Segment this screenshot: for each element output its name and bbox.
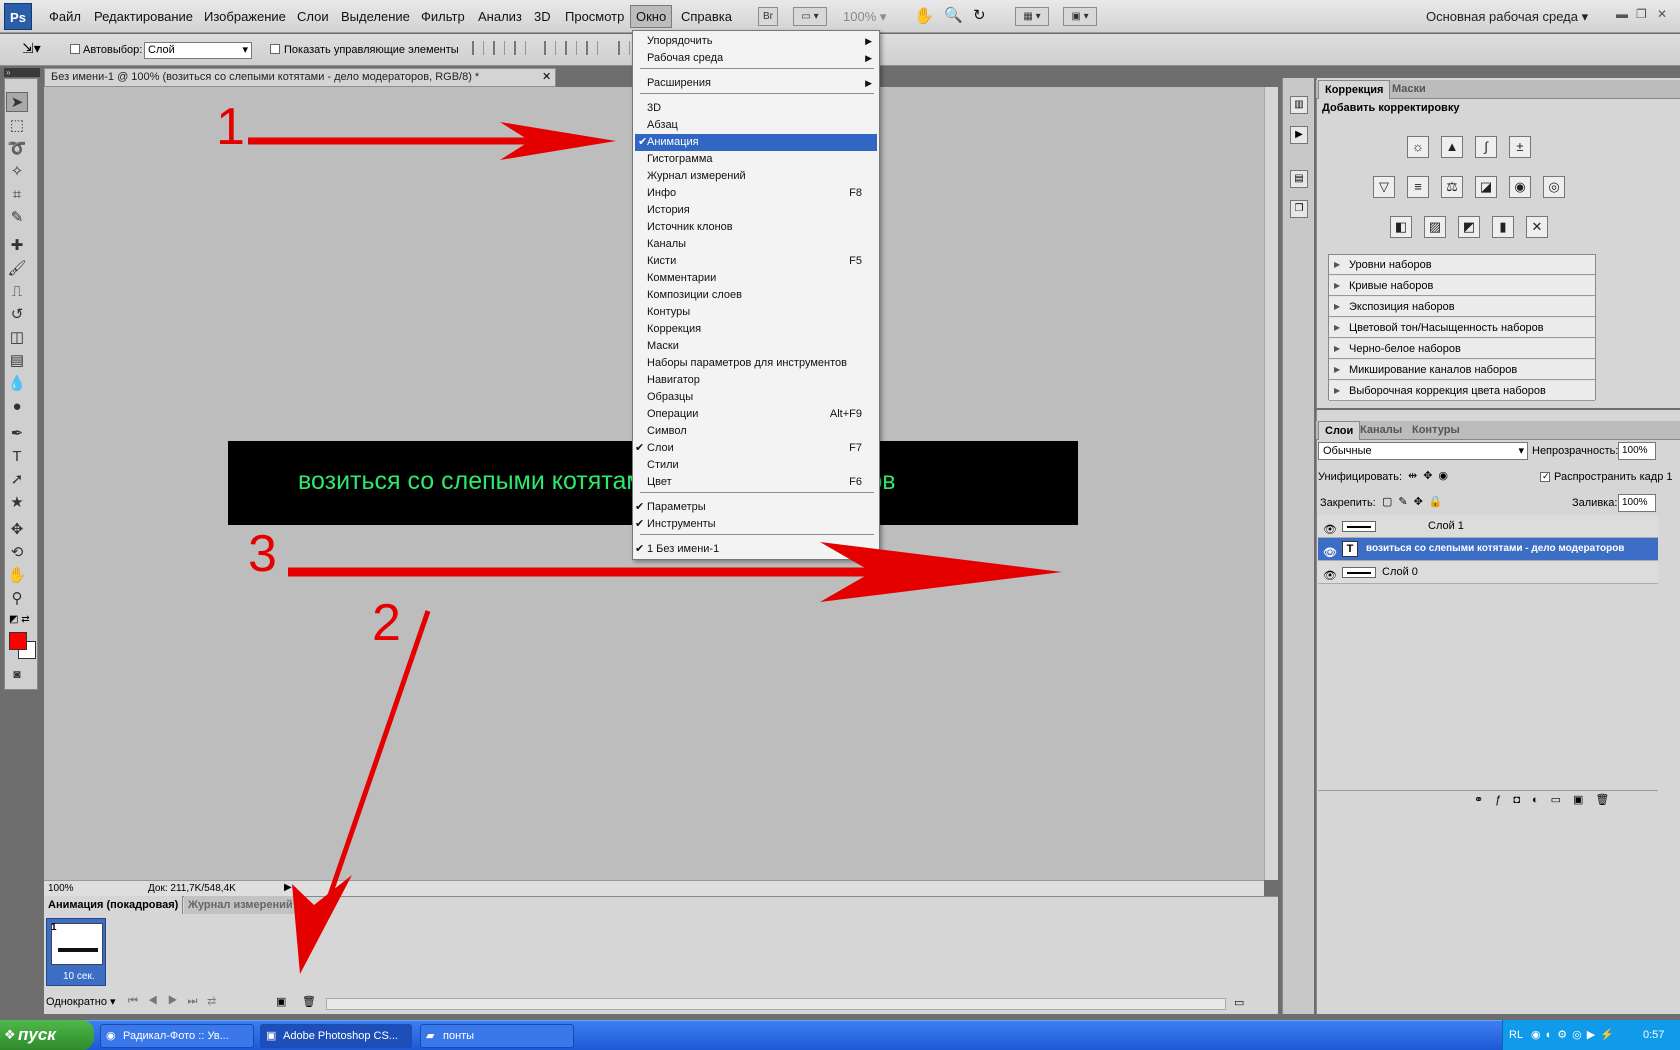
clock: 0:57 bbox=[1643, 1029, 1665, 1041]
task-folder-label: понты bbox=[443, 1030, 475, 1042]
system-tray: RL ◉◐⚙◎▶⚡ 0:57 bbox=[1502, 1020, 1680, 1050]
firefox-icon: ◉ bbox=[106, 1030, 116, 1042]
start-label: пуск bbox=[18, 1025, 56, 1044]
folder-icon: ▰ bbox=[426, 1030, 435, 1042]
language-indicator[interactable]: RL bbox=[1509, 1020, 1523, 1050]
task-firefox[interactable]: ◉ Радикал-Фото :: Ув... bbox=[100, 1024, 254, 1048]
task-firefox-label: Радикал-Фото :: Ув... bbox=[123, 1030, 229, 1042]
annotation-number-1: 1 bbox=[216, 98, 245, 156]
photoshop-icon: ▣ bbox=[266, 1030, 277, 1042]
arrow-2-shaft bbox=[315, 610, 431, 931]
annotation-number-3: 3 bbox=[248, 525, 277, 583]
task-photoshop-label: Adobe Photoshop CS... bbox=[283, 1030, 398, 1042]
task-folder[interactable]: ▰ понты bbox=[420, 1024, 574, 1048]
windows-logo-icon: ❖ bbox=[4, 1027, 16, 1042]
annotation-number-2: 2 bbox=[372, 594, 401, 652]
arrow-2-head bbox=[292, 875, 352, 974]
tray-icons[interactable]: ◉◐⚙◎▶⚡ bbox=[1531, 1020, 1619, 1050]
task-photoshop[interactable]: ▣ Adobe Photoshop CS... bbox=[260, 1024, 412, 1048]
